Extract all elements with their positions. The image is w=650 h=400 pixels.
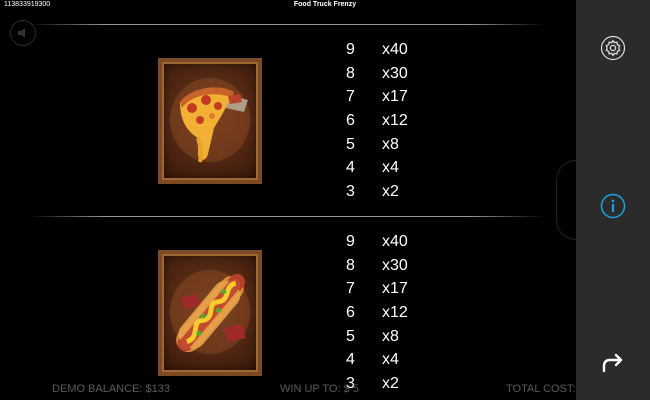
pay-count: 7 — [346, 88, 355, 106]
pay-multiplier: x4 — [382, 159, 399, 177]
pay-multiplier: x2 — [382, 183, 399, 201]
pay-multiplier: x40 — [382, 233, 408, 250]
pay-row: 3 x2 — [346, 180, 436, 204]
pay-count: 9 — [346, 233, 355, 250]
pay-count: 8 — [346, 64, 355, 82]
pay-multiplier: x4 — [382, 351, 399, 369]
back-button[interactable] — [600, 350, 626, 376]
pay-row: 4 x4 — [346, 156, 436, 180]
divider-middle — [28, 216, 546, 217]
game-title: Food Truck Frenzy — [293, 1, 357, 8]
side-panel — [576, 0, 650, 400]
demo-balance: DEMO BALANCE: $133 — [52, 383, 170, 395]
info-button[interactable] — [600, 193, 626, 219]
divider-top — [28, 24, 546, 25]
pay-count: 6 — [346, 304, 355, 322]
pizza-paytable: 9 x40 8 x30 7 x17 6 x12 5 x8 4 x4 3 x2 — [346, 38, 436, 204]
pay-row: 8 x30 — [346, 254, 436, 278]
pay-count: 6 — [346, 112, 355, 130]
hotdog-symbol-frame — [158, 250, 262, 376]
pay-count: 9 — [346, 41, 355, 58]
pay-count: 5 — [346, 135, 355, 153]
gear-icon — [600, 35, 626, 61]
pay-row: 9 x40 — [346, 230, 436, 254]
info-icon — [600, 193, 626, 219]
pay-row: 6 x12 — [346, 301, 436, 325]
pay-count: 5 — [346, 327, 355, 345]
total-cost: TOTAL COST: $ — [506, 383, 585, 395]
pay-count: 7 — [346, 280, 355, 298]
pay-row: 5 x8 — [346, 133, 436, 157]
pay-multiplier: x8 — [382, 327, 399, 345]
pay-count: 4 — [346, 351, 355, 369]
settings-button[interactable] — [600, 35, 626, 61]
pay-multiplier: x30 — [382, 64, 408, 82]
pay-multiplier: x17 — [382, 280, 408, 298]
pizza-symbol-frame — [158, 58, 262, 184]
pay-count: 8 — [346, 256, 355, 274]
pay-row: 7 x17 — [346, 85, 436, 109]
pay-multiplier: x40 — [382, 41, 408, 58]
pay-count: 4 — [346, 159, 355, 177]
pay-multiplier: x30 — [382, 256, 408, 274]
pay-row: 4 x4 — [346, 348, 436, 372]
pizza-slice-icon — [170, 78, 250, 163]
pay-row: 5 x8 — [346, 325, 436, 349]
pay-row: 9 x40 — [346, 38, 436, 62]
return-arrow-icon — [602, 353, 623, 373]
sound-muted-icon — [18, 28, 25, 38]
pay-row: 7 x17 — [346, 277, 436, 301]
hotdog-paytable: 9 x40 8 x30 7 x17 6 x12 5 x8 4 x4 3 x2 — [346, 230, 436, 396]
edge-arc-decoration — [556, 160, 576, 240]
pay-row: 6 x12 — [346, 109, 436, 133]
pay-multiplier: x17 — [382, 88, 408, 106]
pay-row: 8 x30 — [346, 62, 436, 86]
pay-multiplier: x8 — [382, 135, 399, 153]
hotdog-icon — [170, 270, 250, 354]
pay-multiplier: x12 — [382, 112, 408, 130]
pay-multiplier: x12 — [382, 304, 408, 322]
bottom-status-bar: DEMO BALANCE: $133 WIN UP TO: $ 5 TOTAL … — [0, 383, 585, 400]
pay-count: 3 — [346, 183, 355, 201]
win-up-to: WIN UP TO: $ 5 — [280, 383, 359, 395]
